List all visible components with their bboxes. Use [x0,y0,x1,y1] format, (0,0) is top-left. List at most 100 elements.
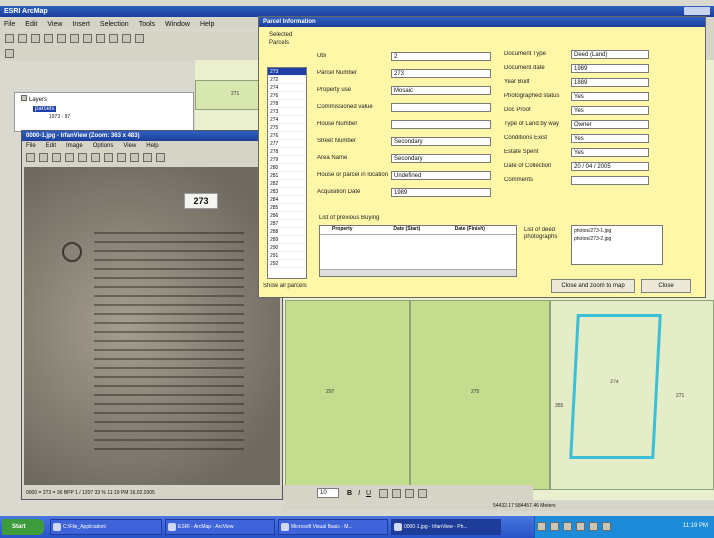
delete-icon[interactable] [65,153,74,162]
marker-color-icon[interactable] [418,488,428,498]
editor-icon[interactable] [5,49,14,58]
parcel-list-item[interactable]: 289 [268,236,306,244]
field-value[interactable]: Yes [571,148,649,157]
open-icon[interactable] [26,153,35,162]
save-icon[interactable] [31,34,40,43]
tray-icon[interactable] [550,522,559,531]
new-icon[interactable] [5,34,14,43]
start-button[interactable]: Start [2,519,44,535]
close-button[interactable]: Close [641,279,691,293]
taskbar-item-explorer[interactable]: C:\File_Application\ [50,519,162,535]
tray-icon[interactable] [576,522,585,531]
previous-owners-grid[interactable]: Property Date (Start) Date (Finish) [319,225,517,277]
viewer-menu-image[interactable]: Image [66,143,83,149]
field-value[interactable]: Undefined [391,171,491,180]
parcel-list-item[interactable]: 274 [268,116,306,124]
paste-icon[interactable] [91,153,100,162]
menu-tools[interactable]: Tools [139,21,155,28]
tray-icon[interactable] [563,522,572,531]
parcel-list-item[interactable]: 280 [268,164,306,172]
field-value[interactable] [391,103,491,112]
selected-parcel[interactable]: 274 [569,314,662,459]
next-icon[interactable] [143,153,152,162]
viewer-menu-file[interactable]: File [26,143,36,149]
font-size-box[interactable]: 10 [317,488,339,498]
copy-icon[interactable] [70,34,79,43]
toc-layer[interactable]: parcels [33,106,57,112]
menu-help[interactable]: Help [200,21,214,28]
parcel-list-item[interactable]: 291 [268,252,306,260]
window-controls[interactable] [684,7,710,15]
field-value[interactable]: Yes [571,134,649,143]
parcel-list-item[interactable]: 278 [268,148,306,156]
parcel-list-item[interactable]: 272 [268,76,306,84]
field-value[interactable] [571,176,649,185]
parcel-list-item[interactable]: 287 [268,220,306,228]
parcel-list-item[interactable]: 277 [268,140,306,148]
field-value[interactable] [391,120,491,129]
parcel-list-item[interactable]: 278 [268,100,306,108]
paste-icon[interactable] [83,34,92,43]
photo-item[interactable]: photos/273-1.jpg [574,228,660,234]
line-color-icon[interactable] [405,488,415,498]
parcel-list-item[interactable]: 284 [268,196,306,204]
taskbar-item-irfanview[interactable]: 0000-1.jpg - IrfanView - Ph... [391,519,501,535]
parcel-list-item[interactable]: 285 [268,204,306,212]
parcel-list-item[interactable]: 290 [268,244,306,252]
font-color-icon[interactable] [379,488,389,498]
parcel-list-item[interactable]: 276 [268,92,306,100]
taskbar-item-arcmap[interactable]: ESRI - ArcMap - ArcView [165,519,275,535]
viewer-menu-edit[interactable]: Edit [46,143,56,149]
map-parcel[interactable]: 275 [410,300,550,490]
tray-icon[interactable] [589,522,598,531]
field-value[interactable]: Yes [571,92,649,101]
info-icon[interactable] [156,153,165,162]
underline-button[interactable]: U [366,490,371,497]
parcel-list-item[interactable]: 274 [268,84,306,92]
cut-icon[interactable] [57,34,66,43]
field-value[interactable]: 1889 [571,78,649,87]
field-value[interactable]: 1989 [571,64,649,73]
field-value[interactable]: 1989 [391,188,491,197]
field-value[interactable]: 20 / 04 / 2005 [571,162,649,171]
tray-icon[interactable] [537,522,546,531]
field-value[interactable]: Secondary [391,137,491,146]
parcel-list-item[interactable]: 279 [268,156,306,164]
menu-selection[interactable]: Selection [100,21,129,28]
map-parcel[interactable]: 297 [285,300,410,490]
fill-color-icon[interactable] [392,488,402,498]
save-icon[interactable] [39,153,48,162]
toc-root[interactable]: Layers [29,97,47,103]
bold-button[interactable]: B [347,490,352,497]
field-value[interactable]: Deed (Land) [571,50,649,59]
viewer-menu-help[interactable]: Help [146,143,158,149]
parcel-listbox[interactable]: 273 272 274 276 278 273 274 275 276 277 278 279 280 2… [267,67,307,279]
parcel-list-item[interactable]: 292 [268,260,306,268]
menu-window[interactable]: Window [165,21,190,28]
close-and-zoom-button[interactable]: Close and zoom to map [551,279,635,293]
undo-icon[interactable] [109,34,118,43]
parcel-list-item[interactable]: 273 [268,68,306,76]
parcel-list-item[interactable]: 288 [268,228,306,236]
field-value[interactable]: Secondary [391,154,491,163]
field-value[interactable]: 2 [391,52,491,61]
parcel-list-item[interactable]: 273 [268,108,306,116]
print-icon[interactable] [52,153,61,162]
copy-icon[interactable] [78,153,87,162]
open-icon[interactable] [18,34,27,43]
parcel-list-item[interactable]: 286 [268,212,306,220]
parcel-list-item[interactable]: 282 [268,180,306,188]
parcel-list-item[interactable]: 281 [268,172,306,180]
taskbar-item-vb[interactable]: Microsoft Visual Basic - M... [278,519,388,535]
italic-button[interactable]: I [358,490,360,497]
parcel-list-item[interactable]: 275 [268,124,306,132]
tray-icon[interactable] [602,522,611,531]
field-value[interactable]: Owner [571,120,649,129]
viewer-menu-view[interactable]: View [123,143,136,149]
menu-file[interactable]: File [4,21,15,28]
map-parcel[interactable]: 271 [195,80,265,110]
show-all-label[interactable]: Show all parcels [263,283,307,289]
parcel-list-item[interactable]: 283 [268,188,306,196]
field-value[interactable]: Mosaic [391,86,491,95]
photo-item[interactable]: photos/273-2.jpg [574,236,660,242]
